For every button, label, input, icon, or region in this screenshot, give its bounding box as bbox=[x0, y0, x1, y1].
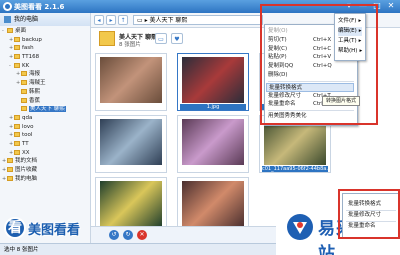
tree-item[interactable]: + 海报 bbox=[0, 70, 90, 79]
tree-item[interactable]: + backup bbox=[0, 36, 90, 45]
tree-item[interactable]: + 图片收藏 bbox=[0, 166, 90, 175]
folder-icon bbox=[21, 80, 27, 86]
folder-icon bbox=[14, 114, 20, 120]
folder-icon bbox=[7, 167, 13, 172]
thumbnail-image bbox=[100, 119, 162, 165]
tree-item[interactable]: - KK bbox=[0, 62, 90, 71]
thumbnail-image bbox=[182, 181, 244, 227]
image-thumbnail[interactable]: 1.jpg bbox=[177, 53, 249, 111]
tree-item[interactable]: 香蕉 bbox=[0, 97, 90, 106]
folder-icon bbox=[14, 123, 20, 129]
thumbnail-filename: c01_117aa95-06f2-44b8a... bbox=[262, 166, 328, 172]
tree-item-label: qda bbox=[22, 114, 33, 121]
thumbnail-filename: 1.jpg bbox=[180, 104, 246, 110]
tree-item[interactable]: + tool bbox=[0, 131, 90, 140]
tree-item[interactable]: + qda bbox=[0, 114, 90, 123]
close-button[interactable]: ✕ bbox=[385, 1, 397, 11]
folder-icon bbox=[14, 140, 20, 146]
folder-icon bbox=[14, 132, 20, 138]
tree-item-label: 我的电脑 bbox=[15, 175, 38, 182]
tree-item[interactable]: 韩熙 bbox=[0, 88, 90, 97]
thumbnail-image bbox=[182, 119, 244, 165]
tree-item-label: XX bbox=[22, 149, 30, 156]
tree-item-label: 韩熙 bbox=[29, 88, 41, 95]
address-path: 美人天下 聊熙 bbox=[149, 17, 188, 24]
slideshow-button[interactable]: ▭ bbox=[155, 33, 167, 44]
brand-logo-icon bbox=[287, 214, 313, 240]
status-text: 选中 8 张图片 bbox=[4, 247, 39, 253]
folder-icon bbox=[21, 97, 27, 103]
rotate-left-button[interactable]: ↺ bbox=[109, 230, 119, 240]
tree-item-label: fash bbox=[22, 45, 34, 52]
folder-icon bbox=[21, 88, 27, 94]
folder-icon bbox=[7, 158, 13, 164]
favorite-button[interactable]: ♥ bbox=[171, 33, 183, 44]
highlight-box-submenu bbox=[338, 189, 400, 239]
thumbnail-image bbox=[100, 57, 162, 103]
tree-item-label: 香蕉 bbox=[29, 97, 41, 104]
thumbnail-image bbox=[182, 57, 244, 103]
folder-icon: ▭ ▸ bbox=[137, 17, 150, 24]
tree-item-label: 美人天下 聊熙 bbox=[29, 106, 66, 113]
tree-item[interactable]: + 我的电脑 bbox=[0, 175, 90, 184]
tree-item[interactable]: + 我的文档 bbox=[0, 157, 90, 166]
rotate-right-button[interactable]: ↻ bbox=[123, 230, 133, 240]
folder-icon bbox=[21, 71, 27, 77]
folder-icon bbox=[14, 62, 20, 68]
sidebar-header-label: 我的电脑 bbox=[14, 16, 39, 23]
computer-icon bbox=[4, 16, 11, 23]
folder-icon bbox=[14, 54, 20, 60]
folder-icon bbox=[7, 28, 13, 33]
folder-image-count: 8 张图片 bbox=[119, 42, 141, 48]
folder-large-icon bbox=[99, 31, 115, 46]
up-folder-button[interactable]: ↑ bbox=[118, 15, 128, 25]
tree-item[interactable]: - 桌面 bbox=[0, 27, 90, 36]
tree-item[interactable]: + TT bbox=[0, 140, 90, 149]
app-title: 美图看看 2.1.6 bbox=[14, 3, 65, 11]
tree-item-label: 我的文档 bbox=[15, 158, 38, 165]
image-thumbnail[interactable] bbox=[95, 115, 167, 173]
tree-item-label: 桌面 bbox=[15, 28, 27, 34]
tree-item-label: 海贼王 bbox=[29, 80, 46, 87]
delete-button[interactable]: ✕ bbox=[137, 230, 147, 240]
tree-item-label: 图片收藏 bbox=[15, 167, 38, 173]
app-logo-icon bbox=[3, 2, 12, 11]
tree-item[interactable]: + XX bbox=[0, 149, 90, 158]
tree-item-label: TT168 bbox=[22, 54, 40, 61]
logo-circle-icon: 看 bbox=[4, 217, 26, 239]
tree-item[interactable]: + fash bbox=[0, 44, 90, 53]
tree-item[interactable]: + TT168 bbox=[0, 53, 90, 62]
tree-item[interactable]: + 海贼王 bbox=[0, 79, 90, 88]
tree-item-label: backup bbox=[22, 36, 42, 43]
image-thumbnail[interactable] bbox=[177, 115, 249, 173]
meitu-kankan-logo: 看 美图看看 bbox=[2, 214, 107, 242]
tree-item-label: 海报 bbox=[29, 71, 41, 78]
back-button[interactable]: ◂ bbox=[94, 15, 104, 25]
tree-item-label: TT bbox=[22, 140, 29, 147]
sidebar-header[interactable]: 我的电脑 bbox=[0, 13, 90, 26]
folder-tree: - 桌面 + backup + fash + TT168- KK + 海报 + 海贼王 韩熙香蕉美人天下 … bbox=[0, 27, 90, 183]
folder-sidebar: 我的电脑 - 桌面 + backup + fash + TT168- KK + 海报 + 海贼王 韩熙香蕉… bbox=[0, 13, 91, 243]
image-thumbnail[interactable] bbox=[95, 53, 167, 111]
folder-icon bbox=[14, 149, 20, 155]
thumbnail-image bbox=[100, 181, 162, 227]
app-window: 美图看看 2.1.6 ▾ — □ ✕ 我的电脑 - 桌面 + backup + fash +… bbox=[0, 0, 400, 255]
folder-icon bbox=[7, 175, 13, 181]
folder-icon bbox=[14, 36, 20, 42]
logo-text: 美图看看 bbox=[28, 223, 81, 238]
folder-icon bbox=[14, 45, 20, 51]
tree-item[interactable]: 美人天下 聊熙 bbox=[0, 105, 90, 114]
tree-item-label: KK bbox=[22, 62, 30, 69]
tree-item-label: lovo bbox=[22, 123, 34, 130]
folder-icon bbox=[21, 106, 27, 112]
address-bar[interactable]: ▭ ▸ 美人天下 聊熙 bbox=[133, 15, 263, 25]
tree-item-label: tool bbox=[22, 132, 33, 139]
highlight-box-menu bbox=[260, 4, 378, 125]
tree-item[interactable]: + lovo bbox=[0, 123, 90, 132]
forward-button[interactable]: ▸ bbox=[106, 15, 116, 25]
